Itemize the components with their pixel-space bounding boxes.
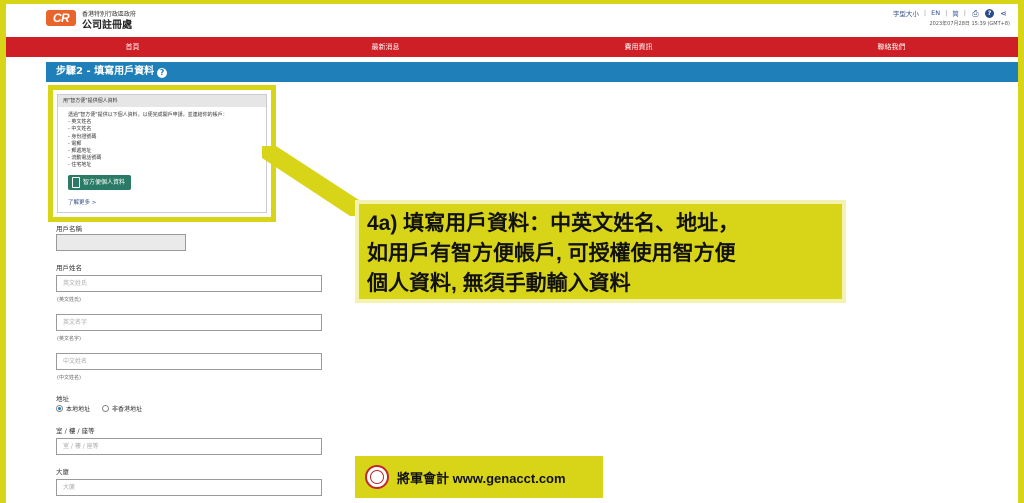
iam-smart-heading: 用"智方便"提供個人資料 bbox=[58, 95, 266, 107]
radio-overseas-address[interactable] bbox=[102, 405, 110, 412]
radio-overseas-label: 非香港地址 bbox=[112, 406, 143, 413]
question-icon[interactable]: ? bbox=[157, 68, 168, 78]
font-size-link[interactable]: 字型大小 bbox=[893, 8, 919, 18]
phone-icon bbox=[72, 176, 80, 188]
room-field[interactable]: 室 / 樓 / 座等 bbox=[56, 438, 322, 455]
annotation-callout: 4a) 填寫用戶資料：中英文姓名、地址， 如用戶有智方便帳戶, 可授權使用智方便… bbox=[355, 200, 846, 303]
chinese-name-hint: (中文姓名) bbox=[57, 375, 81, 381]
list-item: - 身份證號碼 bbox=[68, 133, 97, 140]
english-surname-hint: (英文姓氏) bbox=[57, 297, 81, 303]
nav-item-fees[interactable]: 費用資訊 bbox=[512, 37, 765, 57]
step-title: 步驟2 - 填寫用戶資料 bbox=[56, 66, 155, 77]
lang-en-link[interactable]: EN bbox=[931, 9, 940, 17]
print-icon[interactable]: ⎙ bbox=[971, 9, 980, 18]
divider: | bbox=[945, 9, 948, 17]
building-field[interactable]: 大廈 bbox=[56, 479, 322, 496]
iam-smart-body: 透過"智方便"提供以下個人資料，以便完成開戶申請，並連結你的帳戶： - 英文姓名… bbox=[58, 107, 266, 196]
callout-connector bbox=[262, 146, 362, 216]
divider: | bbox=[963, 9, 966, 17]
share-icon[interactable]: ⋖ bbox=[999, 9, 1008, 18]
nav-item-home[interactable]: 首頁 bbox=[6, 37, 259, 57]
lang-sc-link[interactable]: 简 bbox=[952, 8, 959, 18]
list-item: - 英文姓名 bbox=[68, 119, 92, 126]
english-surname-field[interactable]: 英文姓氏 bbox=[56, 275, 322, 292]
iam-smart-panel: 用"智方便"提供個人資料 透過"智方便"提供以下個人資料，以便完成開戶申請，並連… bbox=[57, 94, 267, 213]
english-given-name-field[interactable]: 英文名字 bbox=[56, 314, 322, 331]
radio-local-address[interactable] bbox=[56, 405, 63, 412]
room-label: 室 / 樓 / 座等 bbox=[56, 427, 95, 435]
registry-name: 公司註冊處 bbox=[82, 20, 132, 31]
english-given-name-hint: (英文名字) bbox=[57, 336, 81, 342]
timestamp: 2023年07月28日 15:39 (GMT+8) bbox=[929, 21, 1010, 27]
nav-item-news[interactable]: 最新消息 bbox=[259, 37, 512, 57]
fullname-label: 用戶姓名 bbox=[56, 264, 82, 272]
nav-item-contact[interactable]: 聯絡我們 bbox=[765, 37, 1018, 57]
building-label: 大廈 bbox=[56, 468, 69, 476]
radio-local-label: 本地地址 bbox=[66, 406, 91, 413]
watermark-text: 將軍會計 www.genacct.com bbox=[397, 470, 566, 486]
iam-smart-intro: 透過"智方便"提供以下個人資料，以便完成開戶申請，並連結你的帳戶： bbox=[68, 112, 228, 118]
list-item: - 流動電話號碼 bbox=[68, 155, 102, 162]
iam-smart-button-label: 智方便個人資料 bbox=[83, 178, 126, 186]
main-nav: 首頁 最新消息 費用資訊 聯絡我們 bbox=[6, 37, 1018, 57]
iam-smart-button[interactable]: 智方便個人資料 bbox=[68, 174, 132, 190]
step-header: 步驟2 - 填寫用戶資料? bbox=[46, 62, 1018, 82]
username-field[interactable] bbox=[56, 234, 186, 251]
cr-logo[interactable]: CR bbox=[46, 10, 76, 26]
username-label: 用戶名稱 bbox=[56, 225, 82, 233]
list-item: - 電郵 bbox=[68, 140, 82, 147]
iam-smart-field-list: - 英文姓名 - 中文姓名 - 身份證號碼 - 電郵 - 郵遞地址 - 流動電話… bbox=[68, 119, 256, 169]
learn-more-link[interactable]: 了解更多 > bbox=[58, 196, 266, 208]
site-header: CR 香港特別行政區政府 公司註冊處 字型大小 | EN | 简 | ⎙ ? ⋖… bbox=[6, 4, 1018, 36]
help-icon[interactable]: ? bbox=[985, 8, 994, 18]
watermark: 將軍會計 www.genacct.com bbox=[355, 456, 603, 498]
header-tools: 字型大小 | EN | 简 | ⎙ ? ⋖ bbox=[893, 8, 1008, 18]
seal-logo-icon bbox=[365, 465, 389, 489]
list-item: - 中文姓名 bbox=[68, 126, 92, 133]
divider: | bbox=[923, 9, 927, 17]
highlight-frame: 用"智方便"提供個人資料 透過"智方便"提供以下個人資料，以便完成開戶申請，並連… bbox=[48, 85, 276, 222]
address-type-radios: 本地地址 非香港地址 bbox=[56, 404, 142, 413]
chinese-name-field[interactable]: 中文姓名 bbox=[56, 353, 322, 370]
list-item: - 住宅地址 bbox=[68, 162, 92, 169]
address-label: 地址 bbox=[56, 395, 69, 403]
annotation-text: 4a) 填寫用戶資料：中英文姓名、地址， 如用戶有智方便帳戶, 可授權使用智方便… bbox=[367, 212, 740, 295]
